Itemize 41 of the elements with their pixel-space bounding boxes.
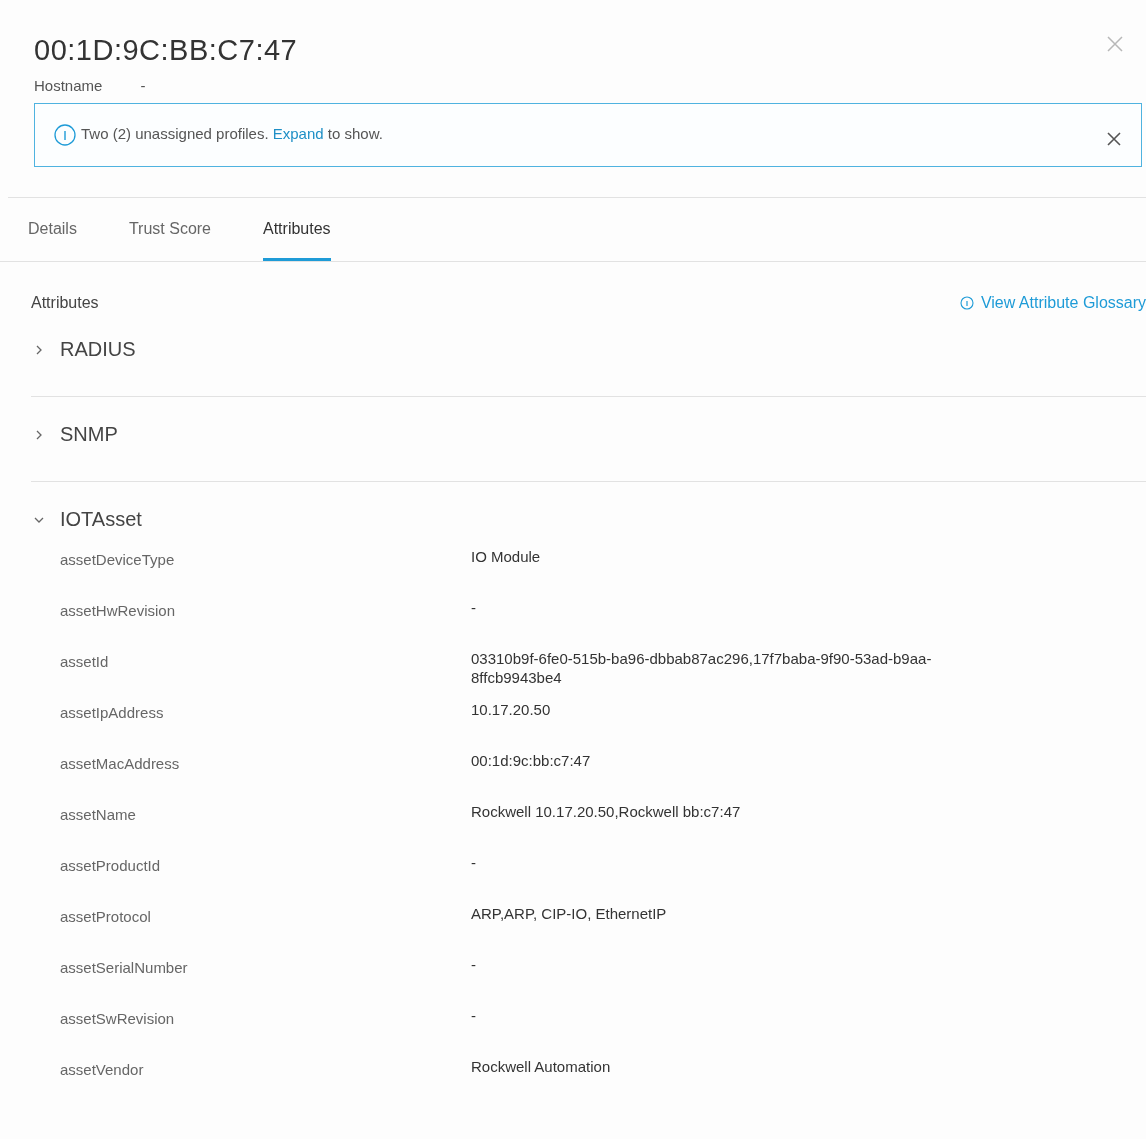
hostname-value: - [140,77,146,94]
attribute-name: assetVendor [60,1060,145,1080]
device-title: 00:1D:9C:BB:C7:47 [34,34,298,67]
attribute-name: assetProtocol [60,907,152,927]
close-icon [1106,35,1124,53]
attribute-value: - [471,598,477,618]
attribute-name: assetId [60,652,110,672]
attribute-value: - [471,955,477,975]
attribute-value: 00:1d:9c:bb:c7:47 [471,751,592,771]
attribute-name: assetIpAddress [60,703,165,723]
section-heading: Attributes [31,294,99,312]
tab[interactable]: Details [28,212,77,261]
attribute-name: assetMacAddress [60,754,181,774]
attribute-name: assetSerialNumber [60,958,189,978]
info-icon [54,124,76,146]
attribute-value: - [471,853,477,873]
attribute-name: assetName [60,805,137,825]
info-icon [959,296,974,310]
close-button[interactable] [1107,132,1121,146]
accordion-header[interactable]: SNMP [31,397,118,446]
alert-message: Two (2) unassigned profiles. Expand to show. [81,124,384,144]
attribute-name: assetHwRevision [60,601,177,621]
attribute-name: assetDeviceType [60,550,176,570]
attribute-name: assetProductId [60,856,162,876]
hostname-label: Hostname [34,77,103,94]
attribute-value: IO Module [471,547,542,567]
close-icon [1107,132,1121,146]
accordion-header[interactable]: IOTAsset [31,482,142,531]
attribute-value: Rockwell 10.17.20.50,Rockwell bb:c7:47 [471,802,742,822]
expand-link[interactable]: Expand [272,124,324,142]
chevron-icon [34,429,44,440]
attribute-value: 03310b9f-6fe0-515b-ba96-dbbab87ac296,17f7baba-9f90-53ad-b9aa-8ffcb9943be4 [471,649,933,688]
attribute-value: 10.17.20.50 [471,700,552,720]
chevron-icon [34,344,44,355]
attribute-value: ARP,ARP, CIP-IO, EthernetIP [471,904,668,924]
attribute-value: - [471,1006,477,1026]
attribute-value: Rockwell Automation [471,1057,612,1077]
accordion-header[interactable]: RADIUS [31,312,136,361]
attribute-name: assetSwRevision [60,1009,176,1029]
tab[interactable]: Attributes [263,212,331,261]
tab[interactable]: Trust Score [128,212,211,261]
